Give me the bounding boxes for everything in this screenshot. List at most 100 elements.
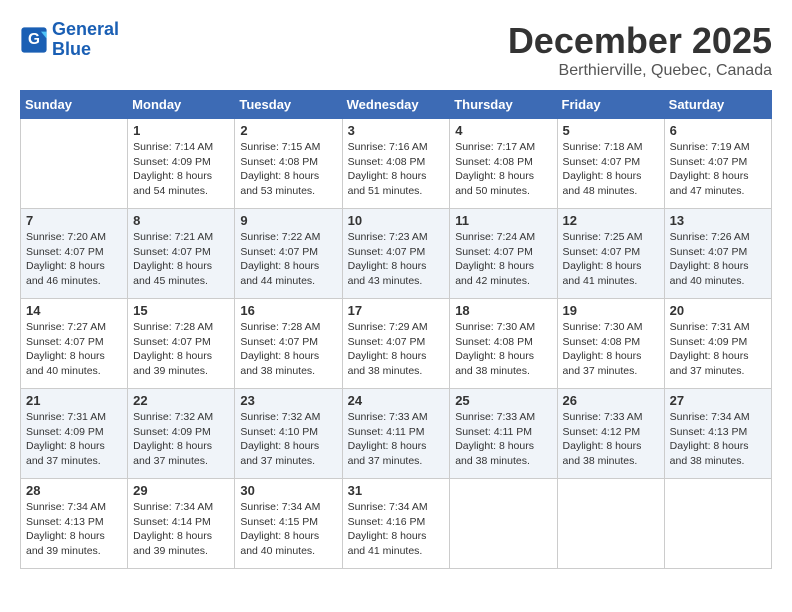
day-number: 14: [26, 303, 122, 318]
page-header: G General Blue December 2025 Berthiervil…: [20, 20, 772, 80]
calendar-cell: 8 Sunrise: 7:21 AMSunset: 4:07 PMDaylight…: [128, 209, 235, 299]
day-info: Sunrise: 7:21 AMSunset: 4:07 PMDaylight:…: [133, 230, 229, 289]
day-number: 15: [133, 303, 229, 318]
calendar-cell: 20Sunrise: 7:31 AMSunset: 4:09 PMDayligh…: [664, 299, 771, 389]
day-info: Sunrise: 7:25 AMSunset: 4:07 PMDaylight:…: [563, 230, 659, 289]
calendar-cell: 22Sunrise: 7:32 AMSunset: 4:09 PMDayligh…: [128, 389, 235, 479]
calendar-cell: 24 Sunrise: 7:33 AMSunset: 4:11 PMDayligh…: [342, 389, 450, 479]
day-info: Sunrise: 7:31 AMSunset: 4:09 PMDaylight:…: [670, 320, 766, 379]
title-section: December 2025 Berthierville, Quebec, Can…: [508, 20, 772, 80]
day-number: 24: [348, 393, 445, 408]
calendar-cell: 17Sunrise: 7:29 AMSunset: 4:07 PMDayligh…: [342, 299, 450, 389]
calendar-week-row: 28 Sunrise: 7:34 AMSunset: 4:13 PMDayligh…: [21, 479, 772, 569]
calendar-cell: 13 Sunrise: 7:26 AMSunset: 4:07 PMDayligh…: [664, 209, 771, 299]
calendar-cell: 16 Sunrise: 7:28 AMSunset: 4:07 PMDayligh…: [235, 299, 342, 389]
day-number: 18: [455, 303, 551, 318]
day-number: 28: [26, 483, 122, 498]
calendar-week-row: 1 Sunrise: 7:14 AMSunset: 4:09 PMDaylight…: [21, 119, 772, 209]
day-info: Sunrise: 7:24 AMSunset: 4:07 PMDaylight:…: [455, 230, 551, 289]
day-info: Sunrise: 7:33 AMSunset: 4:11 PMDaylight:…: [348, 410, 445, 469]
calendar-cell: 7 Sunrise: 7:20 AMSunset: 4:07 PMDaylight…: [21, 209, 128, 299]
day-info: Sunrise: 7:18 AMSunset: 4:07 PMDaylight:…: [563, 140, 659, 199]
day-number: 12: [563, 213, 659, 228]
calendar-cell: 9 Sunrise: 7:22 AMSunset: 4:07 PMDaylight…: [235, 209, 342, 299]
day-info: Sunrise: 7:17 AMSunset: 4:08 PMDaylight:…: [455, 140, 551, 199]
day-number: 8: [133, 213, 229, 228]
day-info: Sunrise: 7:20 AMSunset: 4:07 PMDaylight:…: [26, 230, 122, 289]
day-number: 9: [240, 213, 336, 228]
day-number: 26: [563, 393, 659, 408]
day-number: 5: [563, 123, 659, 138]
calendar-cell: 12 Sunrise: 7:25 AMSunset: 4:07 PMDayligh…: [557, 209, 664, 299]
day-number: 23: [240, 393, 336, 408]
day-number: 30: [240, 483, 336, 498]
day-number: 16: [240, 303, 336, 318]
day-info: Sunrise: 7:34 AMSunset: 4:13 PMDaylight:…: [670, 410, 766, 469]
day-info: Sunrise: 7:28 AMSunset: 4:07 PMDaylight:…: [133, 320, 229, 379]
weekday-header-friday: Friday: [557, 91, 664, 119]
calendar-cell: 10 Sunrise: 7:23 AMSunset: 4:07 PMDayligh…: [342, 209, 450, 299]
day-info: Sunrise: 7:27 AMSunset: 4:07 PMDaylight:…: [26, 320, 122, 379]
calendar-cell: 21 Sunrise: 7:31 AMSunset: 4:09 PMDayligh…: [21, 389, 128, 479]
calendar-cell: 28 Sunrise: 7:34 AMSunset: 4:13 PMDayligh…: [21, 479, 128, 569]
calendar-cell: 26 Sunrise: 7:33 AMSunset: 4:12 PMDayligh…: [557, 389, 664, 479]
weekday-header-sunday: Sunday: [21, 91, 128, 119]
day-info: Sunrise: 7:19 AMSunset: 4:07 PMDaylight:…: [670, 140, 766, 199]
day-number: 25: [455, 393, 551, 408]
calendar-cell: 23Sunrise: 7:32 AMSunset: 4:10 PMDayligh…: [235, 389, 342, 479]
day-info: Sunrise: 7:15 AMSunset: 4:08 PMDaylight:…: [240, 140, 336, 199]
weekday-header-tuesday: Tuesday: [235, 91, 342, 119]
location-title: Berthierville, Quebec, Canada: [508, 62, 772, 80]
day-number: 31: [348, 483, 445, 498]
day-number: 22: [133, 393, 229, 408]
day-number: 27: [670, 393, 766, 408]
day-number: 13: [670, 213, 766, 228]
weekday-header-thursday: Thursday: [450, 91, 557, 119]
day-info: Sunrise: 7:23 AMSunset: 4:07 PMDaylight:…: [348, 230, 445, 289]
calendar-cell: 31Sunrise: 7:34 AMSunset: 4:16 PMDayligh…: [342, 479, 450, 569]
day-info: Sunrise: 7:22 AMSunset: 4:07 PMDaylight:…: [240, 230, 336, 289]
day-number: 19: [563, 303, 659, 318]
day-number: 7: [26, 213, 122, 228]
calendar-cell: 30 Sunrise: 7:34 AMSunset: 4:15 PMDayligh…: [235, 479, 342, 569]
logo: G General Blue: [20, 20, 119, 60]
calendar-cell: 4 Sunrise: 7:17 AMSunset: 4:08 PMDaylight…: [450, 119, 557, 209]
day-number: 11: [455, 213, 551, 228]
day-number: 2: [240, 123, 336, 138]
calendar-cell: 14 Sunrise: 7:27 AMSunset: 4:07 PMDayligh…: [21, 299, 128, 389]
calendar-cell: 3 Sunrise: 7:16 AMSunset: 4:08 PMDaylight…: [342, 119, 450, 209]
day-info: Sunrise: 7:31 AMSunset: 4:09 PMDaylight:…: [26, 410, 122, 469]
day-number: 17: [348, 303, 445, 318]
day-info: Sunrise: 7:28 AMSunset: 4:07 PMDaylight:…: [240, 320, 336, 379]
day-info: Sunrise: 7:26 AMSunset: 4:07 PMDaylight:…: [670, 230, 766, 289]
day-number: 29: [133, 483, 229, 498]
day-number: 6: [670, 123, 766, 138]
day-number: 21: [26, 393, 122, 408]
day-info: Sunrise: 7:16 AMSunset: 4:08 PMDaylight:…: [348, 140, 445, 199]
day-info: Sunrise: 7:30 AMSunset: 4:08 PMDaylight:…: [455, 320, 551, 379]
day-info: Sunrise: 7:34 AMSunset: 4:13 PMDaylight:…: [26, 500, 122, 559]
calendar-week-row: 14 Sunrise: 7:27 AMSunset: 4:07 PMDayligh…: [21, 299, 772, 389]
calendar-cell: 15 Sunrise: 7:28 AMSunset: 4:07 PMDayligh…: [128, 299, 235, 389]
day-info: Sunrise: 7:34 AMSunset: 4:15 PMDaylight:…: [240, 500, 336, 559]
calendar-cell: [450, 479, 557, 569]
calendar-week-row: 7 Sunrise: 7:20 AMSunset: 4:07 PMDaylight…: [21, 209, 772, 299]
day-number: 4: [455, 123, 551, 138]
calendar-cell: 18 Sunrise: 7:30 AMSunset: 4:08 PMDayligh…: [450, 299, 557, 389]
calendar-cell: 5 Sunrise: 7:18 AMSunset: 4:07 PMDaylight…: [557, 119, 664, 209]
svg-text:G: G: [28, 31, 40, 48]
calendar-cell: 2 Sunrise: 7:15 AMSunset: 4:08 PMDaylight…: [235, 119, 342, 209]
day-number: 3: [348, 123, 445, 138]
calendar-cell: 25Sunrise: 7:33 AMSunset: 4:11 PMDayligh…: [450, 389, 557, 479]
calendar-week-row: 21 Sunrise: 7:31 AMSunset: 4:09 PMDayligh…: [21, 389, 772, 479]
day-info: Sunrise: 7:14 AMSunset: 4:09 PMDaylight:…: [133, 140, 229, 199]
calendar-cell: 27 Sunrise: 7:34 AMSunset: 4:13 PMDayligh…: [664, 389, 771, 479]
day-info: Sunrise: 7:33 AMSunset: 4:12 PMDaylight:…: [563, 410, 659, 469]
weekday-header-saturday: Saturday: [664, 91, 771, 119]
day-number: 1: [133, 123, 229, 138]
calendar-cell: 1 Sunrise: 7:14 AMSunset: 4:09 PMDaylight…: [128, 119, 235, 209]
calendar-cell: 6 Sunrise: 7:19 AMSunset: 4:07 PMDaylight…: [664, 119, 771, 209]
weekday-header-monday: Monday: [128, 91, 235, 119]
day-number: 10: [348, 213, 445, 228]
calendar-cell: 11 Sunrise: 7:24 AMSunset: 4:07 PMDayligh…: [450, 209, 557, 299]
